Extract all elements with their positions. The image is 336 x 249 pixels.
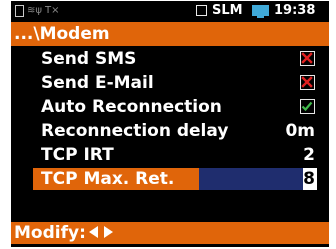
auto-reconnection-checkbox[interactable] [300, 99, 315, 114]
arrow-right-icon[interactable] [104, 226, 113, 238]
status-bar: ≋ψ T× SLM 19:38 [11, 1, 329, 21]
mode-label: SLM [212, 3, 243, 18]
value-editor-field[interactable] [199, 168, 315, 190]
footer-label: Modify: [14, 223, 86, 243]
list-item-label: TCP Max. Ret. [41, 169, 175, 189]
page-title: ...\Modem [14, 24, 110, 44]
sd-card-icon [15, 5, 24, 17]
list-item-label: Reconnection delay [41, 121, 229, 141]
tcp-max-ret-value[interactable]: 8 [303, 168, 315, 190]
mode-square-icon [196, 5, 207, 16]
signal-strength-icon: ≋ψ [27, 5, 42, 16]
status-icons: ≋ψ T× [15, 4, 59, 18]
footer-bar: Modify: [11, 222, 329, 244]
device-lcd: ≋ψ T× SLM 19:38 ...\Modem Send SMS Send … [11, 1, 329, 247]
screen: ≋ψ T× SLM 19:38 ...\Modem Send SMS Send … [0, 0, 336, 249]
transmit-icon: T× [44, 5, 60, 16]
arrow-left-icon[interactable] [89, 226, 98, 238]
list-item-send-email[interactable]: Send E-Mail [11, 72, 329, 94]
list-item-label: TCP IRT [41, 145, 114, 165]
cross-icon [301, 76, 313, 88]
reconnection-delay-value: 0m [285, 121, 315, 141]
send-email-checkbox[interactable] [300, 75, 315, 90]
list-item-tcp-irt[interactable]: TCP IRT 2 [11, 144, 329, 166]
check-icon [301, 101, 313, 112]
list-item-send-sms[interactable]: Send SMS [11, 48, 329, 70]
list-item-reconnection-delay[interactable]: Reconnection delay 0m [11, 120, 329, 142]
tcp-irt-value: 2 [303, 145, 315, 165]
cross-icon [301, 52, 313, 64]
list-item-label: Send E-Mail [41, 73, 154, 93]
clock: 19:38 [274, 3, 316, 18]
send-sms-checkbox[interactable] [300, 51, 315, 66]
list-item-auto-reconnection[interactable]: Auto Reconnection [11, 96, 329, 118]
list-item-label: Send SMS [41, 49, 137, 69]
list-item-label: Auto Reconnection [41, 97, 222, 117]
battery-icon [252, 5, 269, 18]
breadcrumb-header: ...\Modem [11, 22, 329, 46]
list-item-tcp-max-ret[interactable]: TCP Max. Ret. 8 [11, 168, 329, 190]
